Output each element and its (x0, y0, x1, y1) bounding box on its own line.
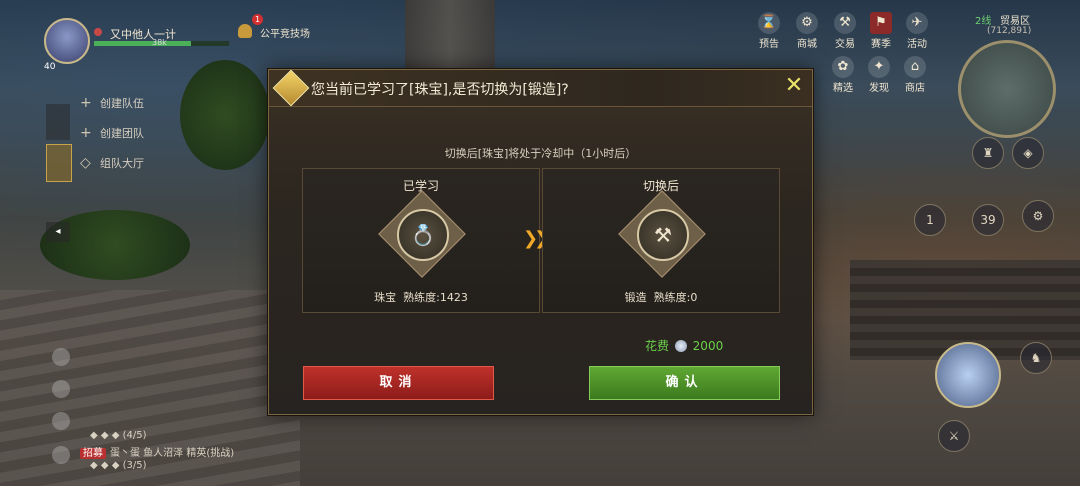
potion-count: 39 (980, 213, 996, 227)
player-level: 40 (44, 62, 56, 72)
menu-label: 赛季 (871, 39, 891, 50)
microphone-icon[interactable] (52, 348, 70, 366)
player-avatar[interactable] (44, 18, 90, 64)
learned-proficiency: 1423 (439, 291, 468, 304)
shop-icon: ⌂ (904, 56, 926, 78)
chat-count: (4/5) (122, 430, 147, 441)
counter-button[interactable]: 1 (914, 204, 946, 236)
friends-icon[interactable] (52, 412, 70, 430)
skill-orb[interactable] (935, 342, 1001, 408)
menu-event[interactable]: ✈ 活动 (900, 12, 934, 50)
horse-icon[interactable]: ♞ (1020, 342, 1052, 374)
attack-icon[interactable]: ⚔ (938, 420, 970, 452)
side-tabs (46, 104, 72, 186)
minimap[interactable] (958, 40, 1056, 138)
discover-icon: ✦ (868, 56, 890, 78)
plus-icon: + (80, 125, 92, 141)
menu-preview[interactable]: ⌛ 预告 (752, 12, 786, 50)
hp-bar-fill (94, 41, 192, 46)
coordinates: (712,891) (987, 26, 1032, 36)
zone-name: 贸易区 (1000, 16, 1030, 27)
season-icon: ⚑ (870, 12, 892, 34)
ring-icon: 💍 (397, 209, 449, 261)
chat-line: ◆ ◆ ◆ (3/5) (90, 460, 147, 471)
after-skill-info: 锻造 熟练度:0 (543, 289, 779, 305)
team-menu: + 创建队伍 + 创建团队 ◇ 组队大厅 (80, 88, 144, 178)
hp-text: 38k (152, 38, 167, 47)
team-hall-label: 组队大厅 (100, 157, 144, 170)
settings-gear-icon[interactable]: ⚙ (1022, 200, 1054, 232)
silver-coin-icon (674, 340, 687, 352)
mall-icon: ⚙ (796, 12, 818, 34)
menu-label: 商店 (905, 83, 925, 94)
bell-icon[interactable] (238, 24, 252, 38)
close-icon[interactable]: ✕ (781, 72, 807, 100)
tab-team[interactable] (46, 144, 72, 182)
anvil-icon: ⚒ (637, 209, 689, 261)
menu-season[interactable]: ⚑ 赛季 (864, 12, 898, 50)
menu-label: 交易 (835, 39, 855, 50)
confirm-button[interactable]: 确认 (589, 366, 780, 400)
chat-count: (3/5) (122, 460, 147, 471)
plus-icon: + (80, 95, 92, 111)
emblem-icon (272, 69, 310, 107)
menu-shop[interactable]: ⌂ 商店 (898, 56, 932, 94)
counter-value: 1 (926, 213, 934, 227)
chat-message: 蛋丶蛋 鱼人沼泽 精英(挑战) (110, 448, 235, 459)
cost-label: 花费 (645, 339, 670, 353)
menu-trade[interactable]: ⚒ 交易 (828, 12, 862, 50)
preview-icon: ⌛ (758, 12, 780, 34)
mount-icon[interactable]: ◈ (1012, 137, 1044, 169)
menu-label: 发现 (869, 83, 889, 94)
chat-line: ◆ ◆ ◆ (4/5) (90, 430, 147, 441)
after-proficiency: 0 (690, 291, 698, 304)
tab-quest[interactable] (46, 104, 70, 140)
trade-icon: ⚒ (834, 12, 856, 34)
jewelry-badge: 💍 (378, 190, 466, 278)
collapse-arrow-icon[interactable]: ◂ (46, 222, 70, 242)
forging-badge: ⚒ (618, 190, 706, 278)
recruit-tag: 招募 (80, 448, 106, 459)
after-switch-panel: 切换后 ⚒ 锻造 熟练度:0 (542, 168, 780, 313)
menu-label: 活动 (907, 39, 927, 50)
create-party-button[interactable]: + 创建队伍 (80, 88, 144, 118)
proficiency-label: 熟练度: (653, 291, 691, 304)
menu-label: 精选 (833, 83, 853, 94)
switch-profession-dialog: 您当前已学习了[珠宝],是否切换为[锻造]? ✕ 切换后[珠宝]将处于冷却中（1… (268, 69, 813, 415)
after-skill-name: 锻造 (624, 291, 647, 304)
dialog-header: 您当前已学习了[珠宝],是否切换为[锻造]? ✕ (269, 69, 812, 107)
menu-label: 预告 (759, 39, 779, 50)
proficiency-label: 熟练度: (403, 291, 440, 304)
create-group-label: 创建团队 (100, 127, 144, 140)
cancel-button[interactable]: 取消 (303, 366, 494, 400)
menu-mall[interactable]: ⚙ 商城 (790, 12, 824, 50)
menu-discover[interactable]: ✦ 发现 (862, 56, 896, 94)
potion-button[interactable]: 39 (972, 204, 1004, 236)
chat-icon[interactable] (52, 446, 70, 464)
notification-badge: 1 (252, 14, 263, 25)
cooldown-notice: 切换后[珠宝]将处于冷却中（1小时后） (444, 147, 637, 160)
status-dot (94, 28, 102, 36)
featured-icon: ✿ (832, 56, 854, 78)
diamond-icon: ◇ (80, 155, 91, 171)
event-icon: ✈ (906, 12, 928, 34)
emote-icon[interactable] (52, 380, 70, 398)
learned-panel: 已学习 💍 珠宝 熟练度:1423 (302, 168, 540, 313)
cost-value: 2000 (692, 339, 724, 353)
team-hall-button[interactable]: ◇ 组队大厅 (80, 148, 144, 178)
learned-skill-name: 珠宝 (374, 291, 397, 304)
cost-display: 花费 2000 (645, 337, 723, 354)
server-line[interactable]: 2线 (975, 12, 991, 27)
dialog-title: 您当前已学习了[珠宝],是否切换为[锻造]? (311, 82, 569, 98)
create-party-label: 创建队伍 (100, 97, 144, 110)
guild-icon[interactable]: ♜ (972, 137, 1004, 169)
create-group-button[interactable]: + 创建团队 (80, 118, 144, 148)
learned-skill-info: 珠宝 熟练度:1423 (303, 289, 539, 305)
arena-label[interactable]: 公平竞技场 (260, 25, 310, 40)
menu-featured[interactable]: ✿ 精选 (826, 56, 860, 94)
menu-label: 商城 (797, 39, 817, 50)
chat-line[interactable]: 招募 蛋丶蛋 鱼人沼泽 精英(挑战) (80, 444, 234, 459)
